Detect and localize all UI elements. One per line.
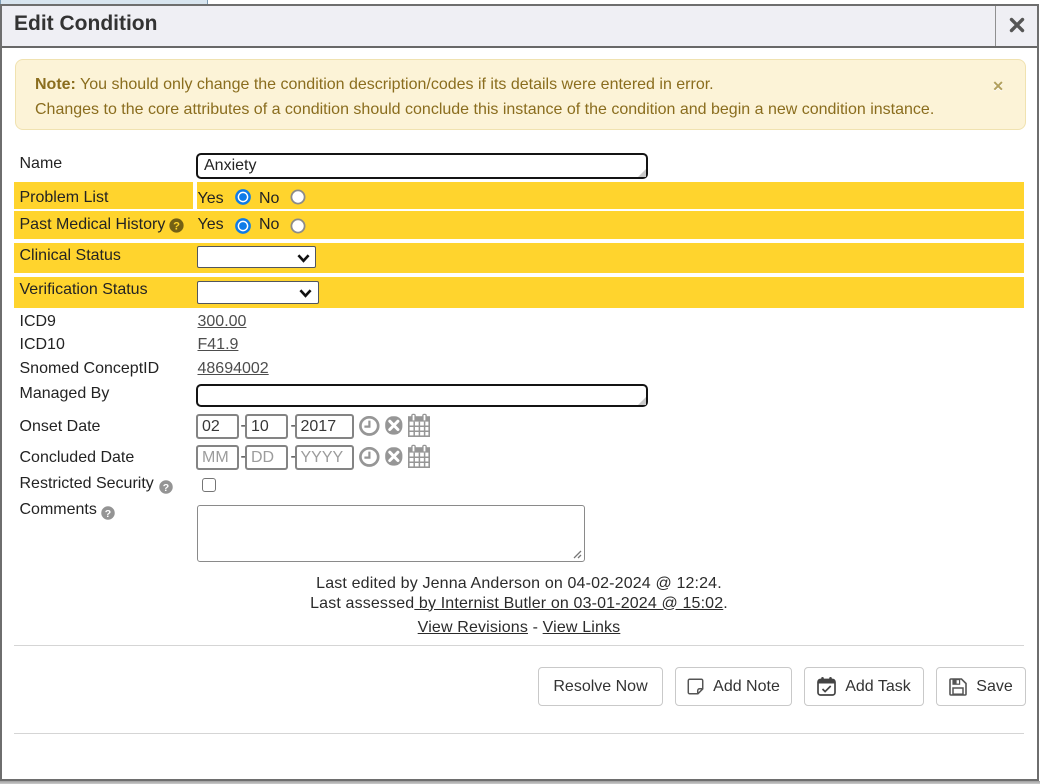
svg-text:?: ? xyxy=(173,220,180,232)
svg-text:?: ? xyxy=(163,481,169,493)
svg-text:?: ? xyxy=(105,507,111,519)
